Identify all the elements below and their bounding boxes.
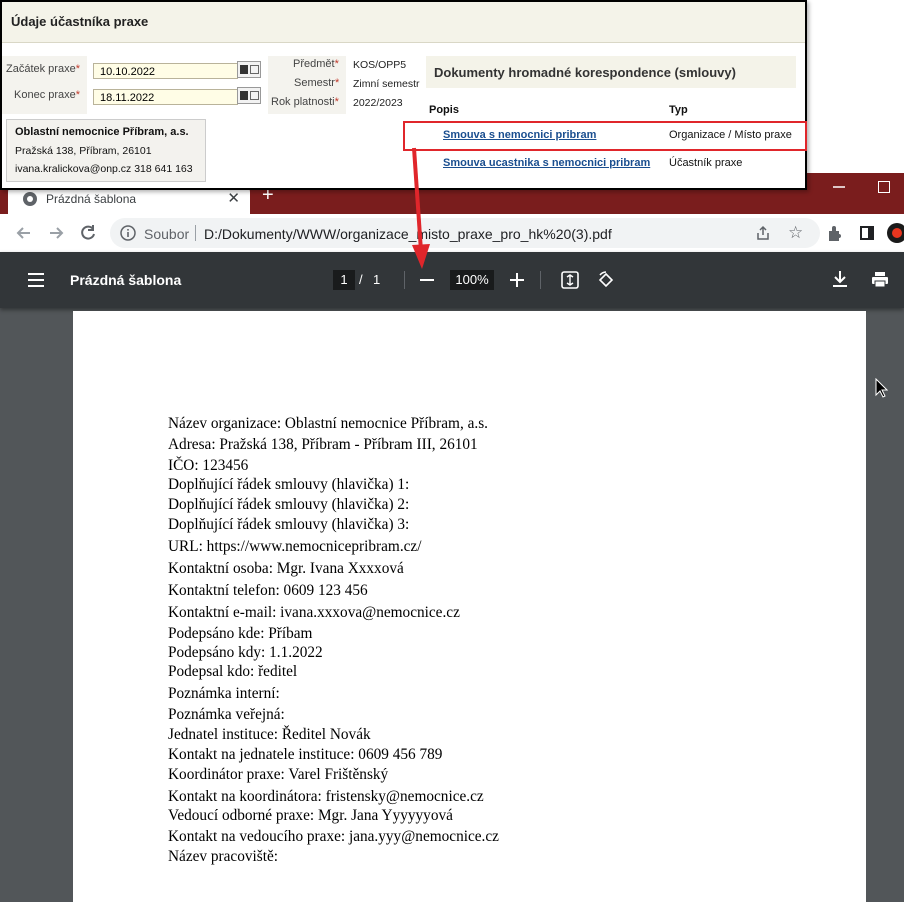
year-label: Rok platnosti*: [271, 96, 339, 108]
column-header-type: Typ: [669, 104, 688, 116]
annotation-arrow: [412, 147, 430, 269]
browser-window: Prázdná šablona ✕ + Soubor D:/Dokumenty/…: [0, 173, 904, 911]
chrome-favicon: [23, 192, 37, 206]
organization-name: Oblastní nemocnice Příbram, a.s.: [15, 126, 189, 138]
pdf-line-header-2: Doplňující řádek smlouvy (hlavička) 2:: [168, 496, 410, 513]
info-icon[interactable]: [120, 225, 136, 241]
reload-icon[interactable]: [78, 223, 98, 243]
year-value: 2022/2023: [353, 97, 403, 109]
page-total: 1: [373, 272, 381, 287]
tab-title: Prázdná šablona: [46, 192, 137, 206]
calendar-icon[interactable]: [237, 87, 261, 104]
pdf-line-contact-person: Kontaktní osoba: Mgr. Ivana Xxxxová: [168, 560, 404, 577]
browser-toolbar: Soubor D:/Dokumenty/WWW/organizace_misto…: [0, 214, 904, 252]
pdf-line-org-name: Název organizace: Oblastní nemocnice Pří…: [168, 415, 488, 432]
pdf-line-url: URL: https://www.nemocnicepribram.cz/: [168, 538, 422, 555]
column-header-description: Popis: [429, 104, 459, 116]
minimize-icon[interactable]: [832, 177, 846, 191]
side-panel-icon[interactable]: [860, 226, 874, 240]
pdf-toolbar: Prázdná šablona 1 / 1 100%: [0, 252, 904, 308]
pdf-text-block: Název organizace: Oblastní nemocnice Pří…: [168, 415, 499, 868]
address-bar[interactable]: Soubor D:/Dokumenty/WWW/organizace_misto…: [110, 218, 820, 248]
page-number-input[interactable]: 1: [333, 270, 355, 290]
extensions-icon[interactable]: [826, 225, 843, 242]
profile-icon[interactable]: [887, 223, 904, 243]
pdf-line-executive: Jednatel instituce: Ředitel Novák: [168, 726, 371, 743]
pdf-line-note-public: Poznámka veřejná:: [168, 706, 285, 723]
documents-section-header: Dokumenty hromadné korespondence (smlouv…: [426, 56, 796, 88]
document-link[interactable]: Smouva ucastnika s nemocnici pribram: [443, 157, 650, 169]
documents-title: Dokumenty hromadné korespondence (smlouv…: [434, 65, 736, 80]
back-icon[interactable]: [14, 223, 34, 243]
page-separator: /: [359, 272, 363, 287]
pdf-line-signed-where: Podepsáno kde: Příbam: [168, 625, 313, 642]
pdf-line-executive-contact: Kontakt na jednatele instituce: 0609 456…: [168, 746, 443, 763]
pdf-line-contact-phone: Kontaktní telefon: 0609 123 456: [168, 582, 368, 599]
mouse-cursor-icon: [875, 378, 888, 398]
calendar-icon[interactable]: [237, 61, 261, 78]
end-date-label: Konec praxe*: [14, 89, 81, 101]
pdf-line-contact-email: Kontaktní e-mail: ivana.xxxova@nemocnice…: [168, 604, 460, 621]
zoom-input[interactable]: 100%: [450, 270, 494, 290]
menu-icon[interactable]: [28, 273, 44, 287]
pdf-line-supervisor: Vedoucí odborné praxe: Mgr. Jana Yyyyyyo…: [168, 807, 453, 824]
toolbar-divider: [540, 271, 541, 289]
forward-icon[interactable]: [46, 223, 66, 243]
zoom-in-icon-vertical[interactable]: [516, 273, 518, 287]
start-date-input[interactable]: 10.10.2022: [93, 63, 238, 79]
end-date-input[interactable]: 18.11.2022: [93, 89, 238, 105]
print-icon[interactable]: [871, 271, 889, 288]
pdf-line-header-1: Doplňující řádek smlouvy (hlavička) 1:: [168, 476, 410, 493]
pdf-line-workplace: Název pracoviště:: [168, 848, 278, 865]
panel-title: Údaje účastníka praxe: [11, 14, 149, 29]
pdf-line-note-internal: Poznámka interní:: [168, 685, 280, 702]
subject-label: Předmět*: [293, 58, 339, 70]
star-icon[interactable]: ☆: [788, 224, 803, 241]
maximize-icon[interactable]: [878, 181, 890, 193]
organization-contact: ivana.kralickova@onp.cz 318 641 163: [15, 163, 193, 175]
pdf-line-coordinator-contact: Kontakt na koordinátora: fristensky@nemo…: [168, 788, 484, 805]
subject-value: KOS/OPP5: [353, 59, 407, 71]
organization-card: Oblastní nemocnice Příbram, a.s. Pražská…: [6, 119, 206, 182]
pdf-line-address: Adresa: Pražská 138, Příbram - Příbram I…: [168, 436, 478, 453]
pdf-line-supervisor-contact: Kontakt na vedoucího praxe: jana.yyy@nem…: [168, 828, 499, 845]
semester-label: Semestr*: [294, 77, 340, 89]
rotate-icon[interactable]: [596, 270, 616, 290]
semester-value: Zimní semestr: [353, 78, 420, 90]
start-date-label: Začátek praxe*: [6, 63, 80, 75]
download-icon[interactable]: [832, 270, 848, 288]
pdf-line-signed-by: Podepsal kdo: ředitel: [168, 663, 298, 680]
fit-page-icon[interactable]: [561, 271, 579, 289]
pdf-title: Prázdná šablona: [70, 272, 182, 288]
panel-header: Údaje účastníka praxe: [2, 2, 805, 43]
zoom-out-icon[interactable]: [420, 279, 434, 281]
pdf-page: Název organizace: Oblastní nemocnice Pří…: [73, 311, 866, 911]
pdf-line-signed-when: Podepsáno kdy: 1.1.2022: [168, 644, 323, 661]
pdf-line-coordinator: Koordinátor praxe: Varel Frištěnský: [168, 766, 389, 783]
pdf-line-header-3: Doplňující řádek smlouvy (hlavička) 3:: [168, 516, 410, 533]
document-type: Účastník praxe: [669, 157, 743, 169]
share-icon[interactable]: [755, 225, 771, 241]
address-separator: [195, 225, 196, 241]
pdf-line-ico: IČO: 123456: [168, 457, 249, 474]
address-scheme-label: Soubor: [144, 226, 190, 242]
organization-address: Pražská 138, Příbram, 26101: [15, 145, 152, 157]
close-icon[interactable]: ✕: [227, 189, 240, 207]
highlight-box: [403, 121, 807, 151]
